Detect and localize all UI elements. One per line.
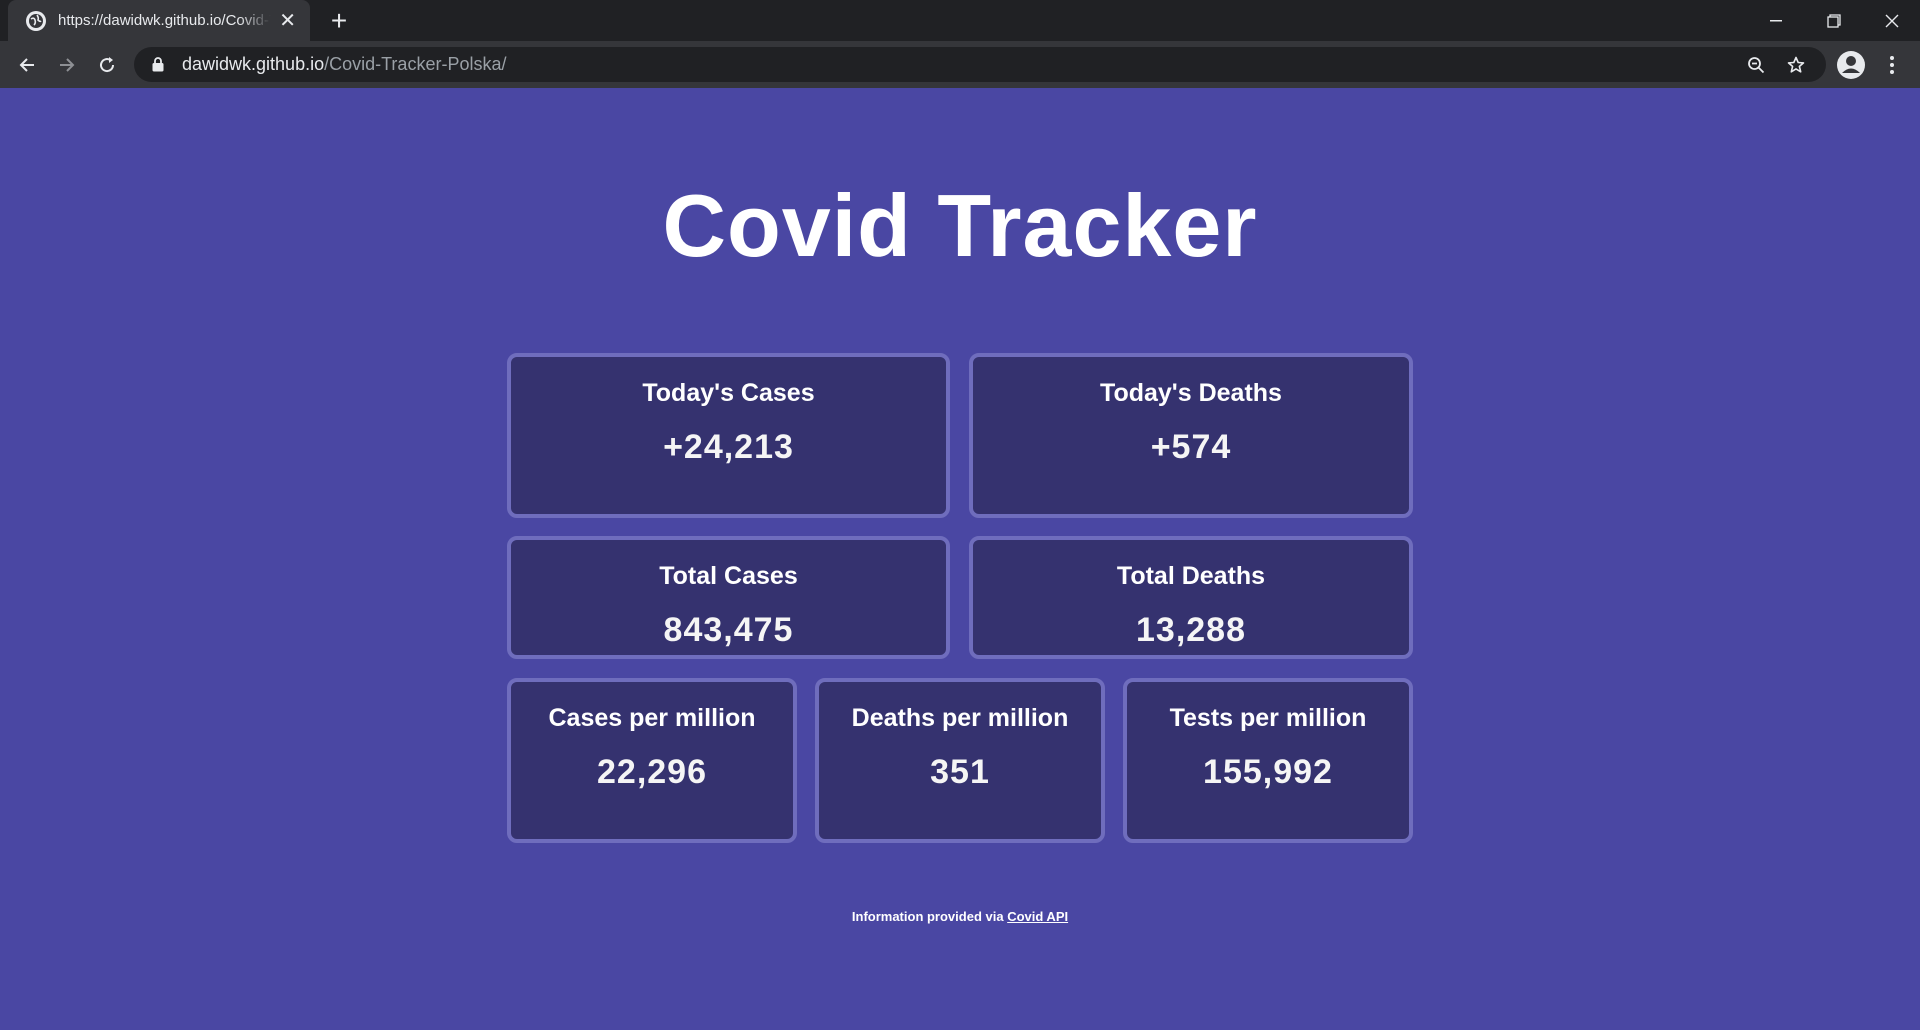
card-value: +574	[1150, 428, 1232, 466]
zoom-icon[interactable]	[1746, 55, 1766, 75]
new-tab-icon[interactable]: +	[324, 6, 354, 36]
card-label: Cases per million	[548, 704, 756, 732]
browser-titlebar: https://dawidwk.github.io/Covid-Tracker-…	[0, 0, 1920, 41]
back-icon[interactable]	[10, 48, 44, 82]
forward-icon[interactable]	[50, 48, 84, 82]
lock-icon	[152, 57, 166, 73]
page-title: Covid Tracker	[662, 176, 1258, 275]
card-value: 351	[930, 753, 990, 791]
card-label: Total Cases	[659, 562, 798, 590]
total-cases-card: Total Cases 843,475	[507, 536, 950, 659]
footer-text: Information provided via	[851, 909, 1008, 924]
reload-icon[interactable]	[90, 48, 124, 82]
tab-title: https://dawidwk.github.io/Covid-Tracker-…	[58, 12, 271, 29]
globe-icon	[26, 10, 46, 31]
card-label: Today's Cases	[642, 379, 815, 407]
profile-avatar-icon[interactable]	[1836, 50, 1866, 80]
deaths-per-million-card: Deaths per million 351	[815, 678, 1105, 843]
card-label: Deaths per million	[851, 704, 1069, 732]
kebab-menu-icon[interactable]	[1884, 51, 1900, 79]
cases-per-million-card: Cases per million 22,296	[507, 678, 797, 843]
browser-toolbar: dawidwk.github.io/Covid-Tracker-Polska/	[0, 41, 1920, 88]
tests-per-million-card: Tests per million 155,992	[1123, 678, 1413, 843]
star-icon[interactable]	[1786, 55, 1806, 75]
todays-cases-card: Today's Cases +24,213	[507, 353, 950, 518]
browser-tab[interactable]: https://dawidwk.github.io/Covid-Tracker-…	[8, 0, 310, 41]
page-content: Covid Tracker Today's Cases +24,213 Toda…	[0, 88, 1920, 1030]
footer-attribution: Information provided via Covid API	[0, 909, 1920, 924]
card-label: Total Deaths	[1116, 562, 1266, 590]
card-value: 22,296	[597, 753, 707, 791]
url-text: dawidwk.github.io/Covid-Tracker-Polska/	[182, 54, 507, 74]
total-deaths-card: Total Deaths 13,288	[969, 536, 1413, 659]
covid-api-link[interactable]: Covid API	[1007, 909, 1068, 924]
card-label: Today's Deaths	[1100, 379, 1282, 407]
card-value: 155,992	[1203, 753, 1333, 791]
card-value: +24,213	[663, 428, 794, 466]
minimize-icon[interactable]	[1748, 0, 1804, 41]
todays-deaths-card: Today's Deaths +574	[969, 353, 1413, 518]
card-value: 843,475	[663, 611, 794, 649]
restore-icon[interactable]	[1806, 0, 1862, 41]
address-bar[interactable]: dawidwk.github.io/Covid-Tracker-Polska/	[134, 47, 1826, 82]
card-value: 13,288	[1136, 611, 1246, 649]
card-label: Tests per million	[1169, 704, 1367, 732]
tab-close-icon[interactable]: ✕	[279, 11, 296, 31]
close-window-icon[interactable]	[1864, 0, 1920, 41]
